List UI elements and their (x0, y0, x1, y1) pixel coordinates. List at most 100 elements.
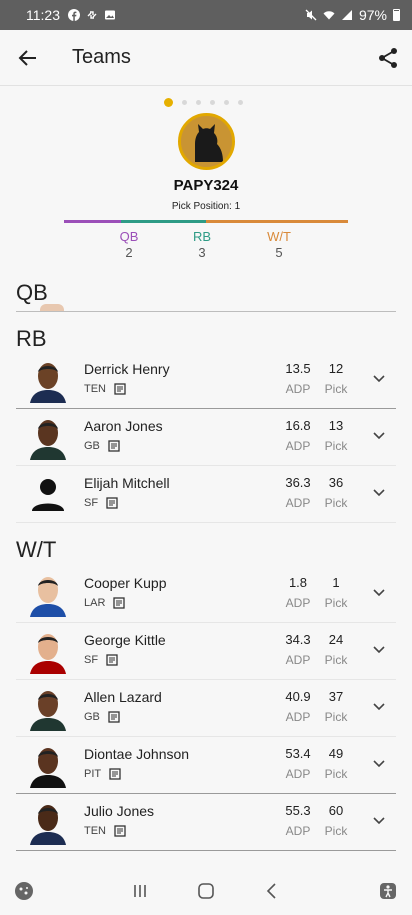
adp-label: ADP (285, 767, 311, 781)
player-name: Diontae Johnson (84, 746, 190, 762)
notes-icon[interactable] (114, 825, 126, 837)
carousel-dot[interactable] (210, 100, 215, 105)
chevron-left-icon (266, 883, 276, 899)
mute-icon (305, 9, 317, 21)
position-count: 2 (125, 245, 133, 260)
pick-value: 12 (328, 361, 344, 376)
chevron-down-icon[interactable] (371, 370, 387, 386)
adp-value: 1.8 (288, 575, 308, 590)
pick-label: Pick (324, 439, 348, 453)
signal-icon (341, 10, 352, 20)
player-row[interactable]: Julio Jones TEN 55.3 ADP 60 Pick (16, 794, 396, 851)
carousel-dot[interactable] (164, 98, 173, 107)
carousel-indicator[interactable] (164, 98, 243, 107)
section-header-wt: W/T (16, 537, 57, 562)
position-count-rb: RB 3 (182, 229, 222, 260)
notes-icon[interactable] (108, 440, 120, 452)
system-navigation-bar (0, 867, 412, 915)
home-icon (198, 883, 214, 899)
notes-icon[interactable] (108, 711, 120, 723)
carousel-dot[interactable] (182, 100, 187, 105)
chevron-down-icon[interactable] (371, 584, 387, 600)
pick-label: Pick (324, 382, 348, 396)
player-row[interactable]: Derrick Henry TEN 13.5 ADP 12 Pick (16, 352, 396, 409)
position-count: 5 (275, 245, 283, 260)
pick-position: Pick Position: 1 (171, 201, 241, 212)
player-team: GB (84, 440, 120, 452)
chevron-down-icon[interactable] (371, 812, 387, 828)
adp-label: ADP (285, 496, 311, 510)
pick-label: Pick (324, 496, 348, 510)
battery-percent: 97% (358, 7, 387, 23)
position-count-wt: W/T 5 (259, 229, 299, 260)
player-team: PIT (84, 768, 121, 780)
player-row[interactable]: Aaron Jones GB 16.8 ADP 13 Pick (16, 409, 396, 466)
chevron-down-icon[interactable] (371, 484, 387, 500)
player-name: Allen Lazard (84, 689, 162, 705)
chevron-down-icon[interactable] (371, 641, 387, 657)
recents-icon (134, 885, 146, 897)
team-abbr: TEN (84, 383, 106, 395)
chevron-down-icon[interactable] (371, 427, 387, 443)
player-photo (24, 569, 72, 617)
player-photo (24, 683, 72, 731)
chevron-down-icon[interactable] (371, 755, 387, 771)
player-name: George Kittle (84, 632, 166, 648)
carousel-dot[interactable] (238, 100, 243, 105)
team-abbr: GB (84, 440, 100, 452)
team-abbr: SF (84, 654, 99, 666)
cat-silhouette-icon (181, 116, 232, 167)
position-bar-segment (64, 220, 121, 223)
pick-value: 60 (328, 803, 344, 818)
notes-icon[interactable] (106, 654, 118, 666)
share-icon (379, 48, 397, 68)
adp-label: ADP (285, 710, 311, 724)
player-row[interactable]: Elijah Mitchell SF 36.3 ADP 36 Pick (16, 466, 396, 523)
adp-value: 34.3 (285, 632, 311, 647)
adp-label: ADP (285, 596, 311, 610)
adp-label: ADP (285, 824, 311, 838)
pick-value: 36 (328, 475, 344, 490)
player-team: SF (84, 497, 118, 509)
notes-icon[interactable] (113, 597, 126, 609)
position-label: W/T (267, 229, 291, 244)
team-abbr: PIT (84, 768, 102, 780)
player-team: LAR (84, 597, 126, 609)
facebook-icon (68, 9, 80, 21)
team-abbr: SF (84, 497, 99, 509)
nav-back-button[interactable] (260, 879, 284, 903)
player-row[interactable]: Diontae Johnson PIT 53.4 ADP 49 Pick (16, 737, 396, 794)
team-abbr: GB (84, 711, 100, 723)
game-launcher-button[interactable] (12, 879, 36, 903)
notes-icon[interactable] (109, 768, 121, 780)
section-header-qb: QB (16, 280, 48, 305)
player-row[interactable]: Cooper Kupp LAR 1.8 ADP 1 Pick (16, 566, 396, 623)
player-photo (24, 740, 72, 788)
share-button[interactable] (374, 44, 402, 72)
notes-icon[interactable] (114, 383, 126, 395)
image-icon (105, 10, 115, 20)
player-row[interactable]: Allen Lazard GB 40.9 ADP 37 Pick (16, 680, 396, 737)
link-icon (87, 11, 97, 19)
notes-icon[interactable] (106, 497, 118, 509)
home-button[interactable] (194, 879, 218, 903)
player-row[interactable]: George Kittle SF 34.3 ADP 24 Pick (16, 623, 396, 680)
pick-value: 1 (332, 575, 340, 590)
accessibility-button[interactable] (376, 879, 400, 903)
carousel-dot[interactable] (196, 100, 201, 105)
pick-value: 49 (328, 746, 344, 761)
chevron-down-icon[interactable] (371, 698, 387, 714)
carousel-dot[interactable] (224, 100, 229, 105)
pick-value: 13 (328, 418, 344, 433)
recents-button[interactable] (128, 879, 152, 903)
team-name: PAPY324 (173, 177, 239, 194)
adp-label: ADP (285, 653, 311, 667)
app-bar: Teams (0, 30, 412, 86)
status-time: 11:23 (26, 7, 60, 23)
back-button[interactable] (0, 30, 56, 86)
player-photo (24, 412, 72, 460)
adp-value: 55.3 (285, 803, 311, 818)
team-abbr: LAR (84, 597, 106, 609)
section-divider (16, 311, 396, 312)
row-divider (16, 850, 396, 851)
